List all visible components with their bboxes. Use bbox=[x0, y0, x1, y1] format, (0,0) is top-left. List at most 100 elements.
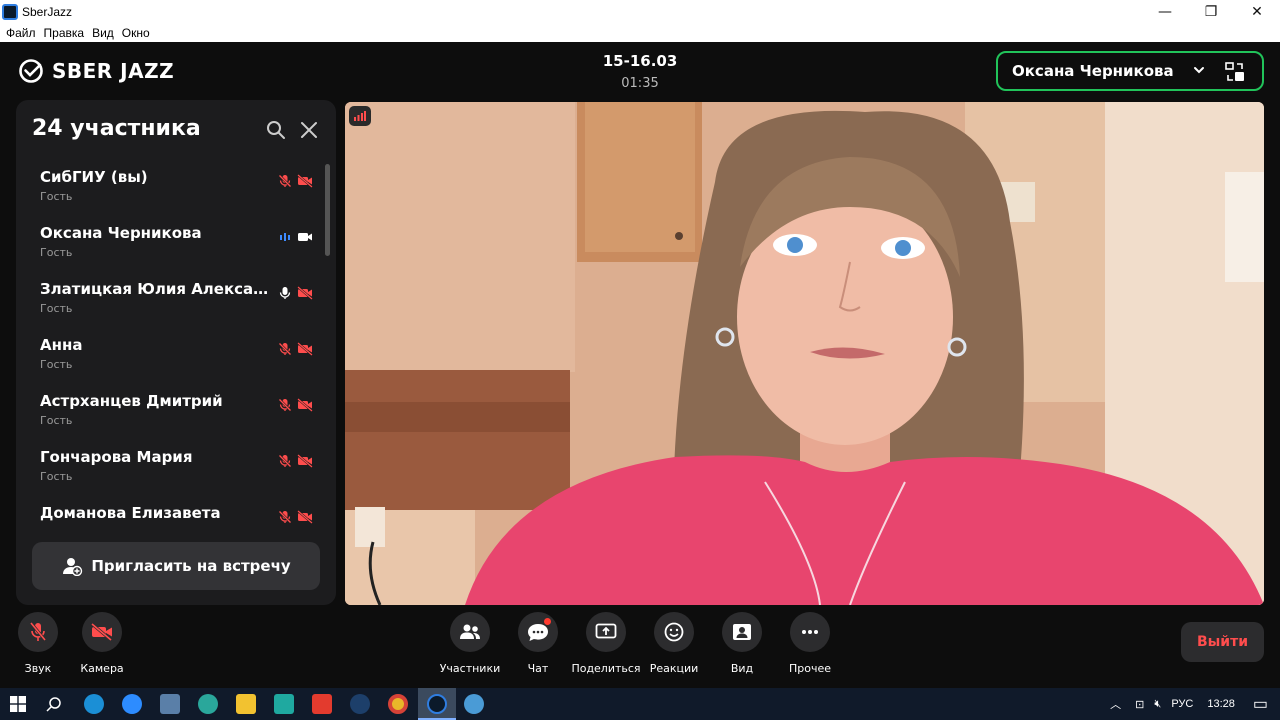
mic-off-icon bbox=[278, 510, 292, 524]
logo-text: SBER JAZZ bbox=[52, 59, 175, 83]
participant-item[interactable]: СибГИУ (вы) Гость bbox=[16, 162, 336, 218]
chat-unread-dot bbox=[544, 618, 551, 625]
swap-layout-icon[interactable] bbox=[1224, 61, 1246, 83]
chrome-icon[interactable] bbox=[388, 694, 408, 714]
participant-item[interactable]: Оксана Черникова Гость bbox=[16, 218, 336, 274]
participant-item[interactable]: Доманова Елизавета bbox=[16, 498, 336, 532]
participant-item[interactable]: Гончарова Мария Гость bbox=[16, 442, 336, 498]
restore-icon[interactable]: ❐ bbox=[1188, 0, 1234, 24]
participants-button[interactable] bbox=[450, 612, 490, 652]
sber-check-icon bbox=[19, 59, 43, 83]
sound-button[interactable] bbox=[18, 612, 58, 652]
participants-count-title: 24 участника bbox=[32, 116, 201, 141]
participant-role: Гость bbox=[40, 190, 73, 203]
camera-off-icon bbox=[297, 398, 313, 412]
participant-name: Анна bbox=[40, 336, 83, 354]
leave-button[interactable]: Выйти bbox=[1181, 622, 1264, 662]
mic-off-icon bbox=[278, 454, 292, 468]
close-icon[interactable] bbox=[299, 120, 319, 140]
app-icon-4[interactable] bbox=[198, 694, 218, 714]
participant-role: Гость bbox=[40, 302, 73, 315]
camera-on-icon bbox=[298, 233, 312, 241]
menu-edit[interactable]: Правка bbox=[44, 26, 85, 40]
invite-button[interactable]: Пригласить на встречу bbox=[32, 542, 320, 590]
view-layout-icon bbox=[733, 624, 751, 640]
camera-off-icon bbox=[297, 286, 313, 300]
participant-name: СибГИУ (вы) bbox=[40, 168, 148, 186]
participants-scrollbar[interactable] bbox=[325, 164, 330, 256]
participant-item[interactable]: Златицкая Юлия Александровна Гость bbox=[16, 274, 336, 330]
participant-item[interactable]: Анна Гость bbox=[16, 330, 336, 386]
participant-role: Гость bbox=[40, 246, 73, 259]
app-icon-8[interactable] bbox=[350, 694, 370, 714]
close-window-icon[interactable]: ✕ bbox=[1234, 0, 1280, 24]
app-icon-10[interactable] bbox=[464, 694, 484, 714]
connection-quality-badge bbox=[349, 106, 371, 126]
camera-off-icon bbox=[297, 174, 313, 188]
search-icon[interactable] bbox=[266, 120, 286, 140]
participant-role: Гость bbox=[40, 470, 73, 483]
main-video-feed bbox=[345, 102, 1264, 605]
window-title: SberJazz bbox=[22, 5, 73, 19]
camera-control[interactable]: Камера bbox=[62, 612, 142, 675]
notifications-icon[interactable]: ▭ bbox=[1253, 694, 1268, 714]
speaking-indicator-icon bbox=[280, 233, 290, 241]
zoom-icon[interactable] bbox=[122, 694, 142, 714]
mic-off-icon bbox=[29, 622, 47, 641]
sberjazz-taskbar-icon bbox=[427, 694, 447, 714]
menubar: Файл Правка Вид Окно bbox=[0, 24, 1280, 42]
reactions-button[interactable] bbox=[654, 612, 694, 652]
window-controls: — ❐ ✕ bbox=[1142, 0, 1280, 24]
menu-window[interactable]: Окно bbox=[122, 26, 150, 40]
participants-panel: 24 участника СибГИУ (вы) Гость Оксана Че… bbox=[16, 100, 336, 605]
file-explorer-icon[interactable] bbox=[236, 694, 256, 714]
window-titlebar: SberJazz — ❐ ✕ bbox=[0, 0, 1280, 24]
mic-off-icon bbox=[278, 174, 292, 188]
invite-label: Пригласить на встречу bbox=[91, 557, 291, 575]
more-control[interactable]: Прочее bbox=[770, 612, 850, 675]
more-button[interactable] bbox=[790, 612, 830, 652]
participant-item[interactable]: Астрханцев Дмитрий Гость bbox=[16, 386, 336, 442]
windows-taskbar: ︿ ⊡ 🔇︎ РУС 13:28 ▭ bbox=[0, 688, 1280, 720]
chat-icon bbox=[528, 624, 548, 641]
mic-off-icon bbox=[278, 398, 292, 412]
language-indicator[interactable]: РУС bbox=[1171, 698, 1193, 710]
share-button[interactable] bbox=[586, 612, 626, 652]
search-icon[interactable] bbox=[46, 696, 62, 712]
sberjazz-logo: SBER JAZZ bbox=[18, 58, 174, 84]
camera-button[interactable] bbox=[82, 612, 122, 652]
mic-off-icon bbox=[278, 342, 292, 356]
active-speaker-select[interactable]: Оксана Черникова bbox=[996, 51, 1264, 91]
camera-off-icon bbox=[297, 454, 313, 468]
participant-name: Астрханцев Дмитрий bbox=[40, 392, 223, 410]
participants-list: СибГИУ (вы) Гость Оксана Черникова Гость… bbox=[16, 162, 336, 532]
sberjazz-app: SBER JAZZ 15-16.03 01:35 Оксана Черников… bbox=[0, 42, 1280, 688]
participant-name: Оксана Черникова bbox=[40, 224, 202, 242]
edge-icon[interactable] bbox=[84, 694, 104, 714]
sberjazz-app-icon bbox=[2, 4, 18, 20]
menu-file[interactable]: Файл bbox=[6, 26, 36, 40]
network-icon[interactable]: ⊡ bbox=[1135, 698, 1144, 711]
participant-name: Доманова Елизавета bbox=[40, 504, 221, 522]
app-icon-7[interactable] bbox=[312, 694, 332, 714]
volume-muted-icon[interactable]: 🔇︎ bbox=[1154, 698, 1161, 711]
app-icon-6[interactable] bbox=[274, 694, 294, 714]
signal-strength-icon bbox=[354, 111, 366, 121]
chat-button[interactable] bbox=[518, 612, 558, 652]
camera-label: Камера bbox=[80, 662, 124, 675]
minimize-icon[interactable]: — bbox=[1142, 0, 1188, 24]
more-label: Прочее bbox=[788, 662, 832, 675]
active-speaker-name: Оксана Черникова bbox=[1012, 62, 1174, 80]
menu-view[interactable]: Вид bbox=[92, 26, 114, 40]
clock[interactable]: 13:28 bbox=[1207, 698, 1235, 710]
video-frame-picture bbox=[345, 102, 1264, 605]
view-button[interactable] bbox=[722, 612, 762, 652]
smiley-icon bbox=[664, 622, 684, 642]
share-screen-icon bbox=[595, 623, 617, 639]
windows-start-icon[interactable] bbox=[10, 696, 26, 712]
meeting-title: 15-16.03 bbox=[602, 52, 678, 70]
chevron-up-icon[interactable]: ︿ bbox=[1110, 696, 1121, 712]
camera-off-icon bbox=[91, 623, 112, 641]
camera-off-icon bbox=[297, 510, 313, 524]
app-icon-3[interactable] bbox=[160, 694, 180, 714]
